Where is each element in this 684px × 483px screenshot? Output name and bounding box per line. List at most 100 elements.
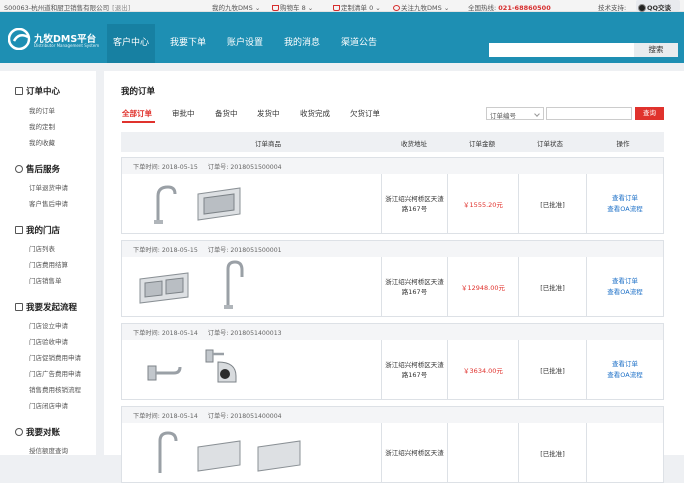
jomoo-logo-icon <box>8 28 31 50</box>
tab-approving[interactable]: 审批中 <box>172 108 195 119</box>
tab-preparing[interactable]: 备货中 <box>215 108 238 119</box>
section-reconciliation: 我要对账 <box>15 426 60 438</box>
table-header: 订单商品 收货地址 订单金额 订单状态 操作 <box>121 132 664 152</box>
view-order-link[interactable]: 查看订单 <box>612 193 638 204</box>
sidebar-item-my-orders[interactable]: 我的订单 <box>29 105 55 115</box>
order-address: 浙江绍兴柯桥区天渣路167号 <box>385 360 444 379</box>
view-oa-flow-link[interactable]: 查看OA流程 <box>607 204 642 215</box>
sidebar-item-favorites[interactable]: 我的收藏 <box>29 137 55 147</box>
sidebar-item-store-setup[interactable]: 门店设立申请 <box>29 320 68 330</box>
order-card: 下单时间: 2018-05-15 订单号: 2018051500001 浙江绍兴柯… <box>121 240 664 317</box>
sidebar-item-my-custom[interactable]: 我的定制 <box>29 121 55 131</box>
store-icon <box>15 226 23 234</box>
faucet-icon <box>224 260 244 309</box>
filter-select[interactable]: 订单编号 <box>486 107 544 120</box>
order-address: 浙江绍兴柯桥区天渣路167号 <box>385 277 444 296</box>
order-address: 浙江绍兴柯桥区天渣 <box>385 448 444 457</box>
main-content: 我的订单 全部订单 审批中 备货中 发货中 收货完成 欠货订单 订单编号 查询 … <box>104 71 684 483</box>
nav-channel-notices[interactable]: 渠道公告 <box>335 24 383 63</box>
hook-icon <box>147 365 182 381</box>
order-amount: ￥12948.00元 <box>460 283 505 292</box>
sidebar-item-store-sales[interactable]: 门店销售单 <box>29 275 62 285</box>
sidebar-item-return-apply[interactable]: 订单退货申请 <box>29 182 68 192</box>
order-status: [已批准] <box>540 200 565 209</box>
order-card: 下单时间: 2018-05-14 订单号: 2018051400004 浙江绍兴柯… <box>121 406 664 483</box>
heart-icon <box>393 5 400 11</box>
list-icon <box>333 5 340 11</box>
order-status: [已批准] <box>540 449 565 458</box>
order-card: 下单时间: 2018-05-14 订单号: 2018051400013 浙江绍兴柯… <box>121 323 664 400</box>
qq-chat-button[interactable]: QQ交谈 <box>636 0 680 12</box>
cart-icon <box>272 5 279 11</box>
nav-account-settings[interactable]: 账户设置 <box>221 24 269 63</box>
follow-link[interactable]: 关注九牧DMS ⌄ <box>393 2 449 12</box>
filter-input[interactable] <box>546 107 632 120</box>
custom-list-link[interactable]: 定制清单 0 ⌄ <box>333 2 381 12</box>
nav-place-order[interactable]: 我要下单 <box>164 24 212 63</box>
query-button[interactable]: 查询 <box>635 107 664 120</box>
section-my-stores: 我的门店 <box>15 224 60 236</box>
tab-backorder[interactable]: 欠货订单 <box>350 108 380 119</box>
paper-holder-icon <box>205 349 237 383</box>
sink-icon <box>197 187 241 221</box>
search-input[interactable] <box>489 43 634 57</box>
nav-my-messages[interactable]: 我的消息 <box>278 24 326 63</box>
sidebar-item-store-close[interactable]: 门店闭店申请 <box>29 400 68 410</box>
sidebar: 订单中心 我的订单 我的定制 我的收藏 售后服务 订单退货申请 客户售后申请 我… <box>0 71 96 455</box>
nav-customer-center[interactable]: 客户中心 <box>107 24 155 63</box>
order-header: 下单时间: 2018-05-14 订单号: 2018051400004 <box>122 407 663 423</box>
user-icon <box>15 165 23 173</box>
search-button[interactable]: 搜索 <box>634 43 678 57</box>
order-status: [已批准] <box>540 366 565 375</box>
sink-icon <box>197 440 241 472</box>
col-actions: 操作 <box>616 140 630 148</box>
sidebar-item-ad-fee[interactable]: 门店广告费用申请 <box>29 368 81 378</box>
order-amount: ￥3634.00元 <box>463 366 503 375</box>
order-header: 下单时间: 2018-05-14 订单号: 2018051400013 <box>122 324 663 340</box>
sink-icon <box>139 272 189 304</box>
sidebar-item-store-list[interactable]: 门店列表 <box>29 243 55 253</box>
section-order-center: 订单中心 <box>15 85 60 97</box>
sidebar-item-promo-fee[interactable]: 门店促销费用申请 <box>29 352 81 362</box>
view-order-link[interactable]: 查看订单 <box>612 276 638 287</box>
logo-subtitle: Distributor Management System <box>34 43 100 48</box>
sidebar-item-expense-writeoff[interactable]: 销售费用核销流程 <box>29 384 81 394</box>
tab-shipping[interactable]: 发货中 <box>257 108 280 119</box>
order-amount <box>448 423 518 482</box>
view-oa-flow-link[interactable]: 查看OA流程 <box>607 370 642 381</box>
logout-link[interactable]: [退出] <box>112 4 130 12</box>
order-actions: 查看订单 查看OA流程 <box>587 174 663 233</box>
hotline: 全国热线: 021-68860500 <box>468 4 551 12</box>
order-header: 下单时间: 2018-05-15 订单号: 2018051500001 <box>122 241 663 257</box>
order-actions: 查看订单 查看OA流程 <box>587 340 663 399</box>
sidebar-item-store-acceptance[interactable]: 门店验收申请 <box>29 336 68 346</box>
view-oa-flow-link[interactable]: 查看OA流程 <box>607 287 642 298</box>
sidebar-item-credit-query[interactable]: 授信额度查询 <box>29 445 68 455</box>
process-icon <box>15 303 23 311</box>
sidebar-item-store-settlement[interactable]: 门店费用结算 <box>29 259 68 269</box>
faucet-icon <box>154 185 177 224</box>
tab-received[interactable]: 收货完成 <box>300 108 330 119</box>
section-start-process: 我要发起流程 <box>15 301 77 313</box>
col-products: 订单商品 <box>255 140 281 148</box>
order-card: 下单时间: 2018-05-15 订单号: 2018051500004 浙江绍兴柯… <box>121 157 664 234</box>
yen-icon <box>15 428 23 436</box>
main-header: 九牧DMS平台 Distributor Management System 客户… <box>0 12 684 63</box>
top-utility-bar: S00063-杭州道和厨卫销售有限公司 [退出] 我的九牧DMS ⌄ 购物车 8 … <box>0 0 684 12</box>
order-header: 下单时间: 2018-05-15 订单号: 2018051500004 <box>122 158 663 174</box>
view-order-link[interactable]: 查看订单 <box>612 359 638 370</box>
company-name: S00063-杭州道和厨卫销售有限公司 [退出] <box>4 4 131 12</box>
cart-link[interactable]: 购物车 8 ⌄ <box>272 2 313 12</box>
section-after-sales: 售后服务 <box>15 163 60 175</box>
col-status: 订单状态 <box>537 140 563 148</box>
faucet-icon <box>158 431 178 473</box>
tab-all-orders[interactable]: 全部订单 <box>122 108 152 119</box>
active-tab-underline <box>122 121 155 123</box>
chevron-down-icon <box>534 111 540 117</box>
clipboard-icon <box>15 87 23 95</box>
sidebar-item-after-sales-apply[interactable]: 客户售后申请 <box>29 198 68 208</box>
order-address: 浙江绍兴柯桥区天渣路167号 <box>385 194 444 213</box>
my-account-link[interactable]: 我的九牧DMS ⌄ <box>212 2 260 12</box>
qq-penguin-icon <box>638 4 646 12</box>
order-amount: ￥1555.20元 <box>463 200 503 209</box>
